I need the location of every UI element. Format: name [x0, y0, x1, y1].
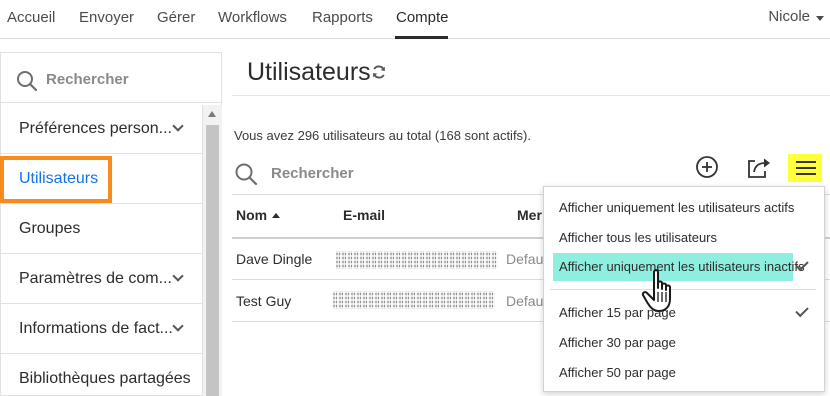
- hand-cursor-icon: [641, 269, 671, 312]
- menu-item-50-per-page[interactable]: Afficher 50 par page: [559, 365, 676, 380]
- sidebar-item-preferences[interactable]: Préférences person...: [1, 104, 202, 154]
- checkmark-icon: [795, 303, 809, 318]
- row-1-email-redacted: [336, 251, 498, 269]
- column-header-nom[interactable]: Nom: [236, 207, 281, 223]
- row-2-email-redacted: [333, 291, 495, 309]
- sidebar-item-label: Préférences person...: [19, 120, 172, 137]
- user-menu[interactable]: Nicole: [768, 8, 824, 25]
- tab-accueil[interactable]: Accueil: [7, 9, 55, 26]
- sidebar-item-label: Informations de fact...: [19, 320, 173, 337]
- search-icon[interactable]: [234, 162, 258, 186]
- hamburger-menu-button[interactable]: [788, 154, 822, 182]
- row-1-col3: Defau: [506, 251, 544, 267]
- main-search-placeholder[interactable]: Rechercher: [271, 165, 354, 182]
- column-header-email[interactable]: E-mail: [343, 207, 385, 223]
- page-title: Utilisateurs: [247, 58, 371, 86]
- tab-gerer[interactable]: Gérer: [157, 9, 195, 26]
- chevron-down-icon: [172, 120, 184, 132]
- user-count-summary: Vous avez 296 utilisateurs au total (168…: [234, 128, 532, 143]
- title-divider: [232, 95, 830, 96]
- sidebar-item-label: Bibliothèques partagées: [19, 370, 191, 387]
- top-nav: Accueil Envoyer Gérer Workflows Rapports…: [0, 0, 830, 39]
- sidebar-search[interactable]: Rechercher: [1, 53, 221, 103]
- tab-envoyer[interactable]: Envoyer: [79, 9, 134, 26]
- sidebar-item-parametres[interactable]: Paramètres de com...: [1, 254, 202, 304]
- tab-rapports[interactable]: Rapports: [312, 9, 373, 26]
- sidebar-scrollbar[interactable]: [202, 105, 222, 396]
- search-icon: [17, 71, 38, 92]
- chevron-down-icon: [172, 320, 184, 332]
- add-user-icon[interactable]: [693, 154, 723, 182]
- menu-item-all-users[interactable]: Afficher tous les utilisateurs: [559, 230, 717, 245]
- row-1-name[interactable]: Dave Dingle: [236, 251, 312, 267]
- sidebar: Rechercher Préférences person... Utilisa…: [0, 52, 222, 396]
- view-options-menu: Afficher uniquement les utilisateurs act…: [543, 186, 825, 392]
- tab-compte[interactable]: Compte: [396, 9, 449, 26]
- refresh-icon[interactable]: [371, 64, 387, 80]
- scrollbar-thumb[interactable]: [206, 125, 219, 396]
- sidebar-search-placeholder: Rechercher: [46, 71, 129, 88]
- sidebar-item-facturation[interactable]: Informations de fact...: [1, 304, 202, 354]
- menu-item-30-per-page[interactable]: Afficher 30 par page: [559, 335, 676, 350]
- row-2-name[interactable]: Test Guy: [236, 293, 291, 309]
- menu-item-active-users[interactable]: Afficher uniquement les utilisateurs act…: [559, 200, 794, 215]
- sidebar-item-label: Paramètres de com...: [19, 270, 172, 287]
- export-icon[interactable]: [744, 154, 774, 182]
- column-header-label: Nom: [236, 207, 268, 223]
- selection-highlight-box: [0, 156, 112, 203]
- row-2-col3: Defau: [506, 293, 544, 309]
- column-header-mer[interactable]: Mer: [517, 207, 542, 223]
- sort-ascending-icon: [272, 213, 281, 218]
- menu-separator: [550, 289, 816, 290]
- sidebar-item-label: Groupes: [19, 220, 81, 237]
- active-tab-indicator: [395, 36, 448, 39]
- scroll-up-arrow-icon[interactable]: [208, 111, 216, 117]
- sidebar-item-bibliotheques[interactable]: Bibliothèques partagées: [1, 354, 202, 396]
- hamburger-menu-icon: [796, 161, 816, 175]
- tab-workflows[interactable]: Workflows: [218, 9, 287, 26]
- user-name: Nicole: [768, 8, 810, 25]
- chevron-down-icon: [816, 16, 824, 21]
- sidebar-item-groupes[interactable]: Groupes: [1, 204, 202, 254]
- chevron-down-icon: [172, 270, 184, 282]
